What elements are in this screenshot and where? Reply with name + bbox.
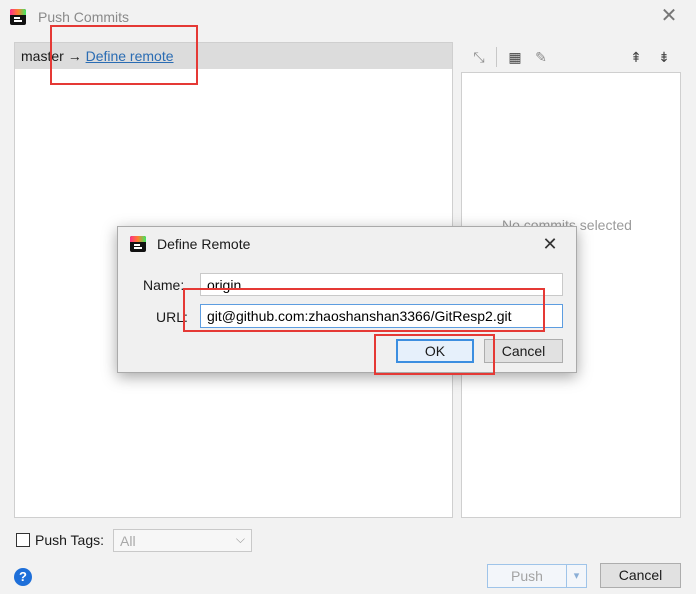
window-title: Push Commits xyxy=(38,9,130,25)
annotation-box-url xyxy=(183,288,545,332)
help-icon[interactable]: ? xyxy=(14,568,32,586)
cancel-button[interactable]: Cancel xyxy=(600,563,681,588)
close-icon[interactable]: ✕ xyxy=(538,232,562,256)
toolbar-separator xyxy=(496,47,497,67)
chevron-down-icon: ⌵ xyxy=(235,532,245,546)
expand-all-icon[interactable]: ⇞ xyxy=(627,48,645,66)
group-icon[interactable]: ▦ xyxy=(506,48,524,66)
push-tags-select-value: All xyxy=(120,533,136,549)
annotation-box-define-remote xyxy=(50,25,198,85)
edit-icon[interactable]: ✎ xyxy=(532,48,550,66)
push-button[interactable]: Push xyxy=(487,564,567,588)
push-dropdown-arrow[interactable]: ▾ xyxy=(567,564,587,588)
push-tags-select[interactable]: All ⌵ xyxy=(113,529,252,552)
push-tags-label: Push Tags: xyxy=(35,532,105,548)
name-label: Name: xyxy=(143,277,185,293)
push-tags-checkbox[interactable] xyxy=(16,533,30,547)
intellij-app-icon xyxy=(130,236,146,252)
intellij-app-icon xyxy=(10,9,26,25)
close-icon[interactable]: ✕ xyxy=(657,4,681,28)
expand-arrows-icon[interactable]: ⤡ xyxy=(470,48,488,66)
dialog-cancel-button[interactable]: Cancel xyxy=(484,339,563,363)
collapse-all-icon[interactable]: ⇟ xyxy=(655,48,673,66)
dialog-title: Define Remote xyxy=(157,236,251,252)
annotation-box-ok xyxy=(374,334,495,375)
